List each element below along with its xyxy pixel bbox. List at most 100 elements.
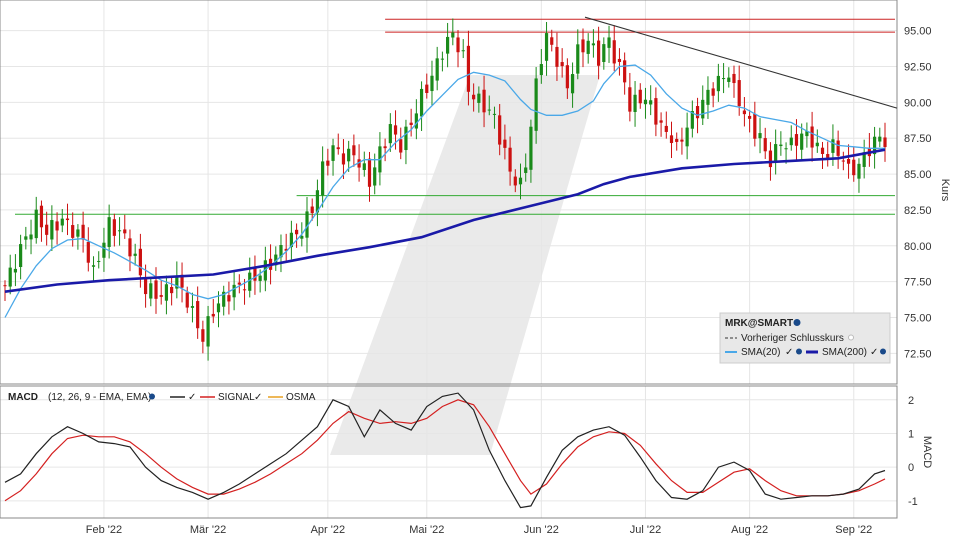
- candle-body: [102, 242, 106, 258]
- candle-body: [170, 287, 174, 294]
- candle-body: [623, 60, 627, 83]
- candle-body: [347, 148, 351, 162]
- candle-body: [321, 161, 325, 196]
- candle-body: [91, 265, 96, 267]
- candle-body: [643, 99, 648, 105]
- candle-body: [555, 46, 559, 67]
- sma20-check-icon[interactable]: ✓: [785, 347, 793, 358]
- macd-check-icon[interactable]: ✓: [188, 392, 196, 403]
- candle-body: [550, 37, 554, 45]
- sma200-globe-icon[interactable]: [880, 348, 886, 355]
- candle-body: [560, 62, 564, 67]
- price-tick-label: 85.00: [904, 169, 932, 181]
- candle-body: [529, 126, 533, 170]
- candle-body: [753, 113, 757, 139]
- prev-close-dot-icon: [848, 334, 854, 341]
- candle-body: [748, 115, 752, 119]
- candle-body: [13, 268, 18, 273]
- candle-body: [253, 267, 257, 281]
- legend-sma200: SMA(200): [822, 347, 867, 358]
- candle-body: [487, 109, 491, 111]
- candle-body: [430, 75, 434, 92]
- candle-body: [836, 140, 840, 156]
- candle-body: [81, 224, 85, 240]
- candle-body: [570, 74, 575, 94]
- candle-body: [846, 158, 851, 164]
- macd-globe-icon[interactable]: [149, 393, 155, 400]
- price-legend[interactable]: MRK@SMART Vorheriger Schlusskurs SMA(20)…: [719, 312, 891, 364]
- candle-body: [3, 285, 7, 287]
- candle-body: [232, 284, 236, 298]
- candle-body: [758, 133, 762, 139]
- candle-body: [617, 58, 622, 62]
- price-tick-label: 95.00: [904, 26, 932, 38]
- signal-check-icon[interactable]: ✓: [254, 392, 262, 403]
- candle-body: [461, 50, 465, 52]
- legend-osma: OSMA: [286, 392, 316, 403]
- candle-body: [8, 267, 12, 287]
- globe-icon[interactable]: [793, 319, 801, 326]
- price-tick-label: 75.00: [904, 312, 932, 324]
- candle-body: [472, 94, 476, 100]
- candle-body: [258, 275, 262, 281]
- candle-body: [810, 126, 814, 148]
- candle-body: [503, 139, 507, 148]
- sma200-check-icon[interactable]: ✓: [870, 347, 878, 358]
- candle-body: [612, 40, 616, 64]
- candle-body: [513, 176, 517, 186]
- price-tick-label: 77.50: [904, 277, 932, 289]
- macd-tick-label: -1: [908, 496, 918, 508]
- candle-body: [45, 224, 49, 235]
- macd-legend[interactable]: MACD (12, 26, 9 - EMA, EMA) ✓ SIGNAL ✓ O…: [8, 392, 316, 403]
- candle-body: [154, 280, 158, 299]
- x-tick-label: Sep '22: [835, 524, 872, 536]
- candle-body: [544, 33, 549, 61]
- candle-body: [466, 45, 471, 92]
- candle-body: [211, 313, 215, 317]
- candle-body: [482, 89, 486, 113]
- candle-body: [128, 238, 132, 257]
- candle-body: [492, 113, 497, 115]
- candle-body: [815, 142, 819, 147]
- x-axis-ticks: Feb '22 Mär '22 Apr '22 Mai '22 Jun '22 Jul '…: [86, 524, 872, 536]
- macd-params: (12, 26, 9 - EMA, EMA): [48, 392, 151, 403]
- candle-body: [393, 125, 398, 135]
- candle-body: [446, 36, 450, 54]
- candle-body: [185, 292, 189, 308]
- candle-body: [97, 260, 101, 262]
- candle-body: [216, 303, 221, 313]
- candle-body: [477, 93, 481, 103]
- candle-body: [831, 139, 835, 153]
- candle-body: [242, 289, 247, 291]
- candle-body: [24, 236, 28, 240]
- candle-body: [206, 316, 210, 347]
- sma20-globe-icon[interactable]: [796, 348, 802, 355]
- chart-canvas: 72.50 75.00 77.50 80.00 82.50 85.00 87.50 90.00…: [0, 0, 951, 536]
- candle-body: [294, 229, 299, 235]
- candle-body: [701, 99, 705, 119]
- candle-body: [201, 329, 205, 342]
- candle-body: [602, 44, 606, 62]
- candle-body: [352, 145, 356, 156]
- candle-body: [367, 158, 372, 187]
- macd-tick-label: 2: [908, 395, 914, 407]
- macd-tick-label: 1: [908, 428, 914, 440]
- candle-body: [820, 147, 825, 154]
- candle-body: [607, 37, 611, 48]
- candle-body: [50, 220, 54, 240]
- candle-body: [362, 163, 366, 171]
- candle-body: [133, 253, 137, 256]
- candle-body: [727, 77, 731, 82]
- candle-body: [768, 150, 773, 168]
- candle-body: [826, 154, 830, 158]
- watermark-logo: [330, 75, 600, 455]
- candle-body: [669, 135, 674, 144]
- candle-body: [721, 78, 726, 80]
- candle-body: [716, 75, 720, 92]
- candle-body: [143, 277, 148, 295]
- candle-body: [586, 40, 590, 54]
- candle-body: [518, 177, 523, 185]
- candle-body: [373, 167, 377, 186]
- candle-body: [86, 241, 90, 263]
- candle-body: [784, 148, 788, 150]
